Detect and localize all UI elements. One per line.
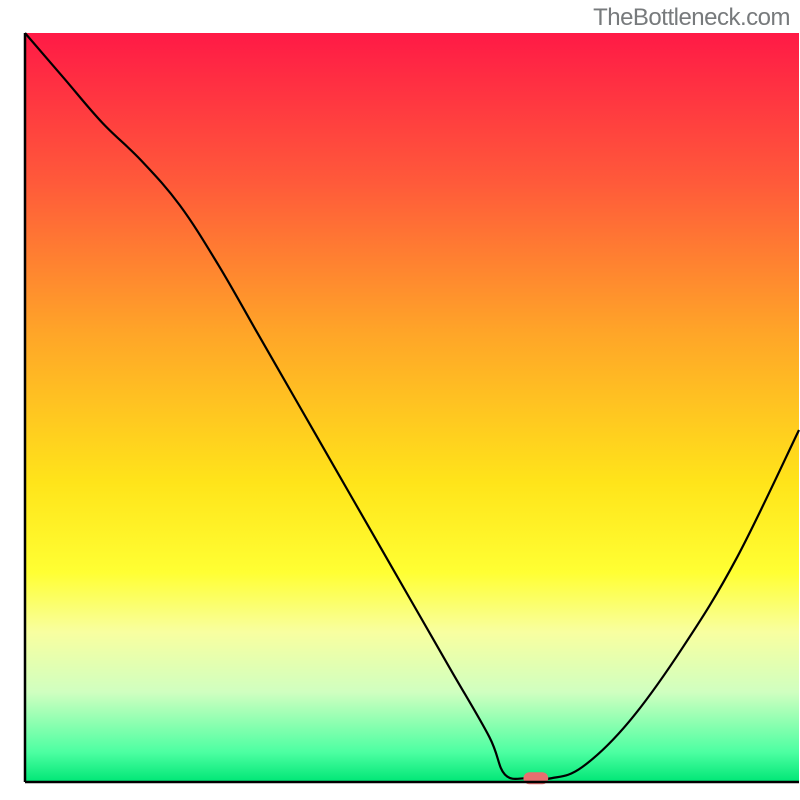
chart-container: TheBottleneck.com	[0, 0, 800, 800]
attribution-text: TheBottleneck.com	[593, 4, 790, 32]
gradient-background	[25, 33, 799, 782]
bottleneck-chart	[0, 0, 800, 800]
